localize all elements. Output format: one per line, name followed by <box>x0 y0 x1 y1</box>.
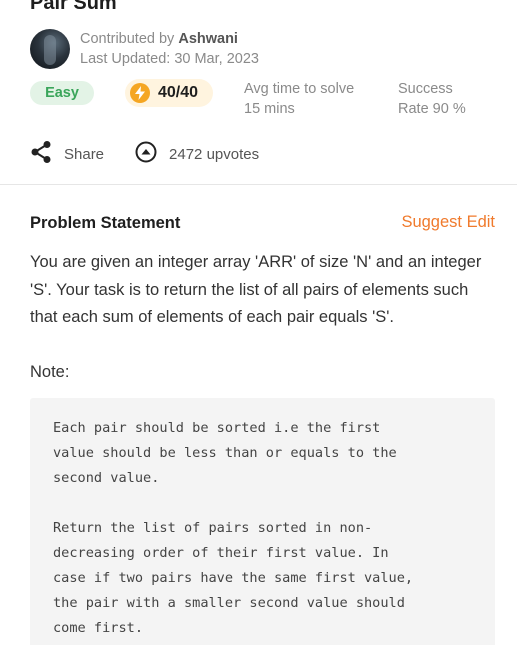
note-code-block: Each pair should be sorted i.e the first… <box>30 398 495 645</box>
problem-statement-text: You are given an integer array 'ARR' of … <box>30 253 482 326</box>
avg-time: Avg time to solve 15 mins <box>244 79 354 119</box>
avg-time-label: Avg time to solve <box>244 81 355 97</box>
author-row: Contributed by Ashwani Last Updated: 30 … <box>30 29 259 69</box>
action-row: Share 2472 upvotes <box>30 140 259 168</box>
note-label: Note: <box>30 363 70 381</box>
avg-time-value: 15 mins <box>244 101 295 117</box>
note-code-text: Each pair should be sorted i.e the first… <box>53 420 414 636</box>
score-value: 40/40 <box>158 84 199 101</box>
problem-title: Pair Sum <box>30 0 117 14</box>
success-value: Rate 90 % <box>398 101 466 117</box>
stats-row: Easy 40/40 Avg time to solve 15 mins Suc… <box>30 79 495 119</box>
author-name[interactable]: Ashwani <box>178 31 238 47</box>
contributed-by-label: Contributed by <box>80 31 175 47</box>
difficulty-badge: Easy <box>30 81 94 105</box>
share-icon <box>30 140 52 168</box>
divider <box>0 184 517 185</box>
share-label: Share <box>64 145 105 163</box>
lightning-bolt-icon <box>130 83 150 103</box>
last-updated: Last Updated: 30 Mar, 2023 <box>80 51 259 67</box>
problem-statement-heading: Problem Statement <box>30 214 181 232</box>
upvote-button[interactable]: 2472 upvotes <box>135 141 259 167</box>
suggest-edit-link[interactable]: Suggest Edit <box>401 213 495 232</box>
upvotes-label: 2472 upvotes <box>169 145 260 163</box>
success-rate: Success Rate 90 % <box>398 79 466 119</box>
avatar[interactable] <box>30 29 70 69</box>
author-meta: Contributed by Ashwani Last Updated: 30 … <box>80 29 259 69</box>
upvote-icon <box>135 141 157 167</box>
score-badge: 40/40 <box>125 79 213 107</box>
success-label: Success <box>398 81 453 97</box>
share-button[interactable]: Share <box>30 140 104 168</box>
